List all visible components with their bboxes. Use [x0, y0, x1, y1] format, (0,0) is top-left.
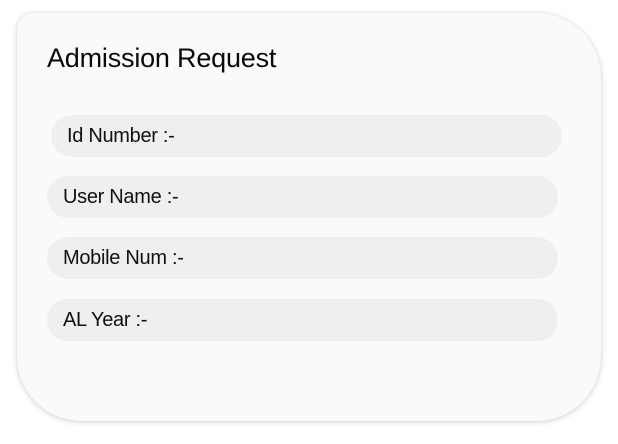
al-year-field[interactable]: AL Year :- [47, 299, 558, 341]
al-year-label: AL Year :- [63, 308, 148, 331]
page-title: Admission Request [47, 43, 277, 73]
admission-request-card: Admission Request Id Number :- User Name… [17, 13, 601, 421]
user-name-field[interactable]: User Name :- [47, 176, 558, 218]
mobile-num-label: Mobile Num :- [63, 246, 184, 269]
user-name-label: User Name :- [63, 185, 179, 208]
id-number-label: Id Number :- [67, 124, 175, 147]
mobile-num-field[interactable]: Mobile Num :- [47, 237, 558, 279]
id-number-field[interactable]: Id Number :- [51, 115, 562, 157]
